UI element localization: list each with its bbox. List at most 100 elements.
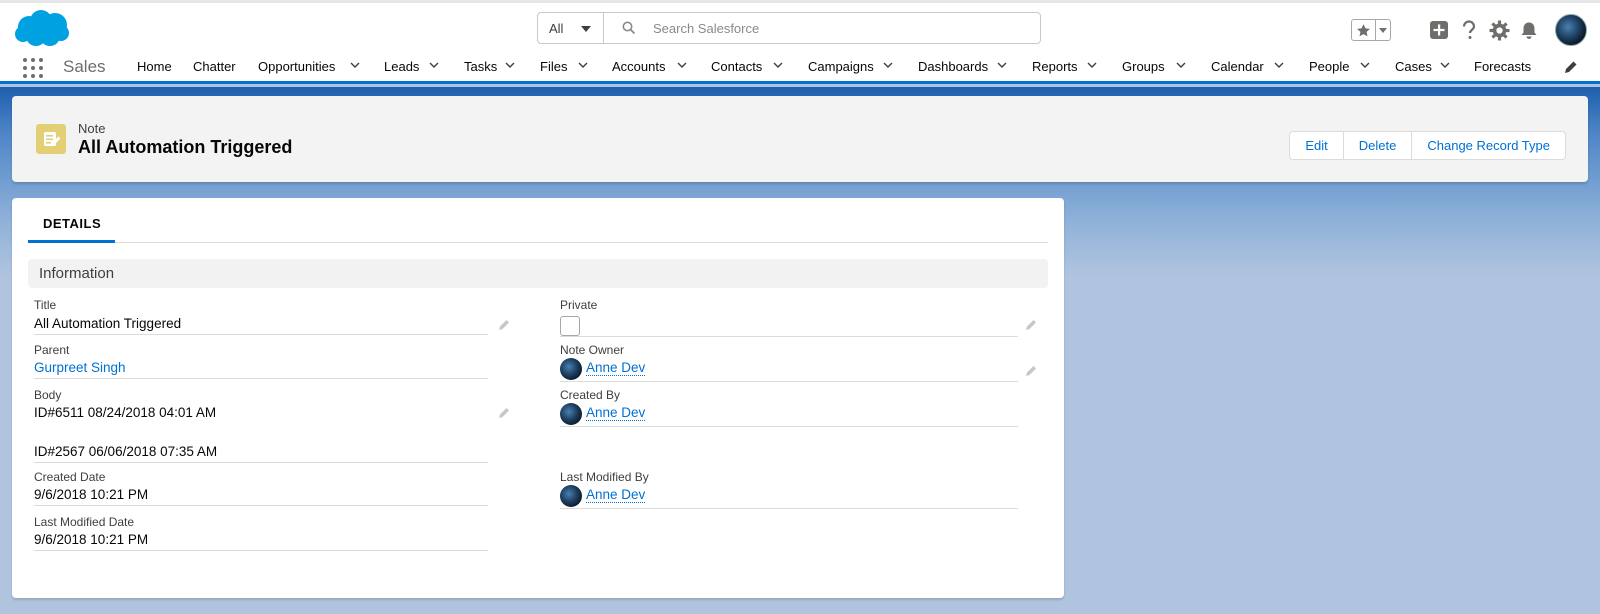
chevron-down-icon[interactable]: [883, 61, 893, 69]
app-navigation-bar: Sales Home Chatter Opportunities Leads T…: [0, 50, 1600, 84]
chevron-down-icon[interactable]: [1440, 61, 1450, 69]
nav-item-calendar[interactable]: Calendar: [1211, 59, 1264, 74]
last-modified-by-avatar: [560, 485, 582, 507]
body-line-1: ID#6511 08/24/2018 04:01 AM: [34, 405, 217, 420]
private-checkbox[interactable]: [560, 316, 580, 336]
chevron-down-icon[interactable]: [1274, 61, 1284, 69]
body-field-label: Body: [34, 388, 62, 402]
nav-item-forecasts[interactable]: Forecasts: [1474, 59, 1531, 74]
global-create-icon[interactable]: [1428, 19, 1450, 41]
nav-item-reports[interactable]: Reports: [1032, 59, 1078, 74]
last-modified-date-value: 9/6/2018 10:21 PM: [34, 532, 149, 547]
edit-button[interactable]: Edit: [1290, 132, 1344, 159]
record-actions: Edit Delete Change Record Type: [1289, 131, 1566, 160]
user-avatar[interactable]: [1555, 14, 1587, 46]
field-divider: [34, 378, 488, 379]
created-by-avatar: [560, 403, 582, 425]
field-divider: [560, 426, 1018, 427]
favorites-star-icon[interactable]: [1352, 20, 1376, 40]
created-by-link[interactable]: Anne Dev: [586, 405, 646, 421]
chevron-down-icon[interactable]: [1176, 61, 1186, 69]
global-search: All: [537, 12, 1041, 44]
created-by-label: Created By: [560, 388, 621, 402]
section-information[interactable]: Information: [28, 259, 1048, 288]
field-divider: [560, 381, 1018, 382]
delete-button[interactable]: Delete: [1343, 132, 1413, 159]
chevron-down-icon[interactable]: [505, 61, 515, 69]
created-date-label: Created Date: [34, 470, 106, 484]
app-name: Sales: [63, 57, 106, 76]
search-scope-dropdown[interactable]: All: [538, 13, 604, 43]
parent-link[interactable]: Gurpreet Singh: [34, 360, 126, 375]
notifications-bell-icon[interactable]: [1518, 19, 1540, 41]
created-date-value: 9/6/2018 10:21 PM: [34, 487, 149, 502]
nav-item-leads[interactable]: Leads: [384, 59, 419, 74]
chevron-down-icon[interactable]: [677, 61, 687, 69]
note-owner-name[interactable]: Anne Dev: [586, 360, 646, 376]
note-record-icon: [36, 124, 66, 154]
search-scope-label: All: [549, 20, 564, 36]
last-modified-by-label: Last Modified By: [560, 470, 649, 484]
last-modified-date-label: Last Modified Date: [34, 515, 135, 529]
chevron-down-icon[interactable]: [997, 61, 1007, 69]
title-field-value: All Automation Triggered: [34, 316, 182, 331]
owner-avatar: [560, 358, 582, 380]
chevron-down-icon[interactable]: [1087, 61, 1097, 69]
parent-field-label: Parent: [34, 343, 70, 357]
change-owner-pencil-icon[interactable]: [1025, 364, 1038, 377]
nav-item-dashboards[interactable]: Dashboards: [918, 59, 988, 74]
field-divider: [34, 334, 488, 335]
title-field-label: Title: [34, 298, 57, 312]
favorites-group: [1351, 19, 1391, 41]
nav-item-chatter[interactable]: Chatter: [193, 59, 236, 74]
field-divider: [560, 336, 1018, 337]
nav-item-home[interactable]: Home: [137, 59, 172, 74]
nav-item-cases[interactable]: Cases: [1395, 59, 1432, 74]
favorites-list-dropdown-icon[interactable]: [1376, 20, 1390, 40]
tab-details[interactable]: DETAILS: [28, 198, 115, 243]
change-record-type-button[interactable]: Change Record Type: [1412, 132, 1565, 159]
nav-item-groups[interactable]: Groups: [1122, 59, 1165, 74]
nav-item-accounts[interactable]: Accounts: [612, 59, 665, 74]
field-divider: [34, 462, 488, 463]
edit-private-pencil-icon[interactable]: [1025, 318, 1038, 331]
record-header: Note All Automation Triggered Edit Delet…: [12, 96, 1588, 182]
record-type-label: Note: [78, 121, 106, 136]
edit-body-pencil-icon[interactable]: [498, 406, 511, 419]
global-header: All: [0, 0, 1600, 50]
setup-gear-icon[interactable]: [1488, 19, 1510, 41]
last-modified-by-name[interactable]: Anne Dev: [586, 487, 646, 503]
nav-item-opportunities[interactable]: Opportunities: [258, 59, 335, 74]
field-divider: [34, 550, 488, 551]
field-divider: [34, 505, 488, 506]
note-owner-link[interactable]: Anne Dev: [586, 360, 646, 376]
app-launcher-grid-icon[interactable]: [23, 58, 43, 78]
last-modified-by-link[interactable]: Anne Dev: [586, 487, 646, 503]
caret-down-icon: [581, 26, 591, 32]
search-icon: [622, 21, 636, 35]
nav-item-contacts[interactable]: Contacts: [711, 59, 762, 74]
chevron-down-icon[interactable]: [1360, 61, 1370, 69]
chevron-down-icon[interactable]: [578, 61, 588, 69]
nav-item-people[interactable]: People: [1309, 59, 1349, 74]
record-tabs: DETAILS: [28, 198, 1048, 243]
chevron-down-icon[interactable]: [773, 61, 783, 69]
search-input[interactable]: [653, 20, 1013, 36]
chevron-down-icon[interactable]: [350, 61, 360, 69]
note-owner-label: Note Owner: [560, 343, 625, 357]
help-icon[interactable]: [1458, 19, 1480, 41]
nav-item-files[interactable]: Files: [540, 59, 567, 74]
chevron-down-icon[interactable]: [429, 61, 439, 69]
salesforce-logo[interactable]: [14, 9, 70, 49]
details-card: DETAILS Information Title All Automation…: [12, 198, 1064, 598]
record-title: All Automation Triggered: [78, 137, 293, 157]
search-field[interactable]: [604, 13, 1040, 43]
nav-item-tasks[interactable]: Tasks: [464, 59, 497, 74]
created-by-name[interactable]: Anne Dev: [586, 405, 646, 421]
nav-item-campaigns[interactable]: Campaigns: [808, 59, 874, 74]
private-field-label: Private: [560, 298, 598, 312]
body-line-2: ID#2567 06/06/2018 07:35 AM: [34, 444, 218, 459]
edit-title-pencil-icon[interactable]: [498, 318, 511, 331]
edit-nav-pencil-icon[interactable]: [1564, 60, 1578, 74]
field-divider: [560, 508, 1018, 509]
